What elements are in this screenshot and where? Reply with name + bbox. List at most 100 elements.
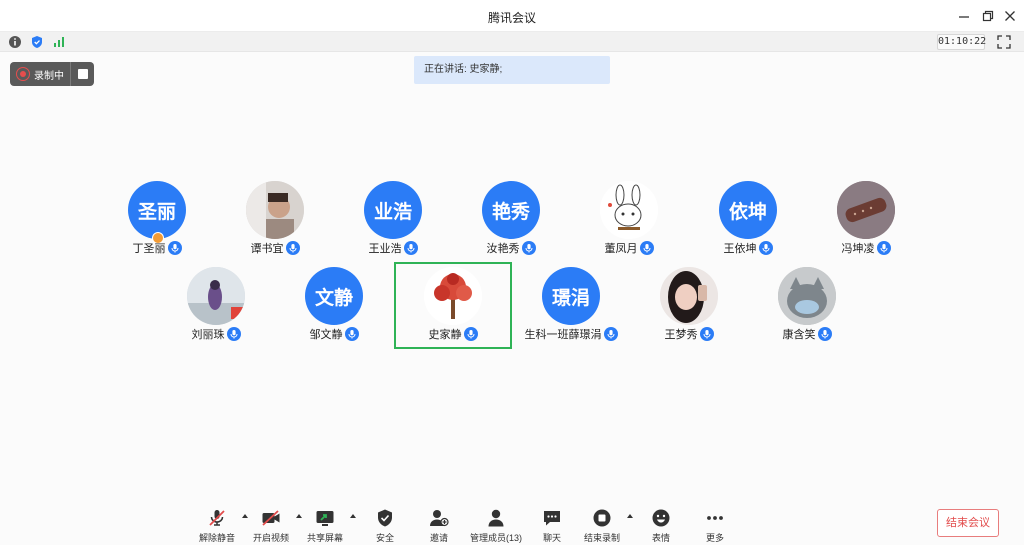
meeting-timer: 01:10:22 <box>937 34 986 50</box>
chat-label: 聊天 <box>542 533 561 543</box>
participant-tile[interactable]: 刘丽珠 <box>166 267 266 347</box>
recording-indicator[interactable]: 录制中 <box>10 62 94 86</box>
mic-icon <box>817 327 832 341</box>
record-icon <box>16 67 30 81</box>
close-button[interactable] <box>999 5 1021 27</box>
stop-recording-button[interactable]: 结束录制 <box>577 506 627 543</box>
avatar-photo <box>837 181 895 239</box>
participant-name: 王业浩 <box>343 240 443 256</box>
avatar-photo <box>660 267 718 325</box>
avatar <box>187 267 245 325</box>
share-screen-label: 共享屏幕 <box>306 533 343 543</box>
start-video-label: 开启视频 <box>252 533 289 543</box>
emoji-button[interactable]: 表情 <box>636 506 686 543</box>
security-label: 安全 <box>375 533 394 543</box>
invite-label: 邀请 <box>429 533 448 543</box>
mic-icon <box>463 327 478 341</box>
avatar <box>660 267 718 325</box>
video-off-icon <box>262 510 280 526</box>
more-label: 更多 <box>705 533 724 543</box>
participant-name: 谭书宜 <box>225 240 325 256</box>
mic-icon <box>876 241 891 255</box>
stop-recording-icon[interactable] <box>78 69 88 79</box>
restore-button[interactable] <box>977 5 999 27</box>
mic-muted-icon <box>209 510 225 526</box>
restore-icon <box>982 10 994 22</box>
mic-icon <box>521 241 536 255</box>
mic-icon <box>403 241 418 255</box>
participant-tile[interactable]: 依坤 王依坤 <box>698 181 798 261</box>
unmute-button[interactable]: 解除静音 <box>192 506 242 543</box>
mic-icon <box>285 241 300 255</box>
participant-tile[interactable]: 冯坤凌 <box>816 181 916 261</box>
mic-icon <box>758 241 773 255</box>
avatar: 文静 <box>305 267 363 325</box>
divider <box>70 62 71 86</box>
stop-recording-label: 结束录制 <box>583 533 620 543</box>
emoji-icon <box>652 509 670 527</box>
members-icon <box>488 509 504 527</box>
recording-label: 录制中 <box>34 70 64 82</box>
chat-icon <box>544 511 560 526</box>
window-title: 腾讯会议 <box>487 11 536 25</box>
share-screen-button[interactable]: 共享屏幕 <box>300 506 350 543</box>
more-button[interactable]: 更多 <box>690 506 740 543</box>
participant-tile[interactable]: 王梦秀 <box>639 267 739 347</box>
participant-name: 王梦秀 <box>639 326 739 342</box>
speaking-banner: 正在讲话: 史家静; <box>414 56 610 84</box>
caret-up-icon[interactable] <box>626 512 634 520</box>
avatar <box>600 181 658 239</box>
unmute-label: 解除静音 <box>198 533 235 543</box>
avatar <box>837 181 895 239</box>
stop-record-icon <box>593 509 611 527</box>
mic-icon <box>226 327 241 341</box>
share-screen-icon <box>316 511 334 526</box>
participant-name: 冯坤凌 <box>816 240 916 256</box>
avatar: 璟涓 <box>542 267 600 325</box>
info-icon[interactable] <box>8 35 22 49</box>
participant-name: 董凤月 <box>579 240 679 256</box>
participant-tile[interactable]: 谭书宜 <box>225 181 325 261</box>
security-button[interactable]: 安全 <box>360 506 410 543</box>
participant-tile[interactable]: 文静 邹文静 <box>284 267 384 347</box>
shield-icon[interactable] <box>30 35 44 49</box>
participant-name: 康含笑 <box>757 326 857 342</box>
avatar-photo <box>246 181 304 239</box>
title-bar: 腾讯会议 <box>0 0 1024 32</box>
invite-icon <box>430 510 449 527</box>
mic-icon <box>699 327 714 341</box>
security-shield-icon <box>378 509 392 527</box>
participant-tile[interactable]: 璟涓 生科一班薛璟涓 <box>521 267 621 347</box>
manage-members-button[interactable]: 管理成员(13) <box>466 506 526 543</box>
participant-tile[interactable]: 董凤月 <box>579 181 679 261</box>
fullscreen-icon[interactable] <box>997 35 1011 49</box>
participant-tile[interactable]: 圣丽 丁圣丽 <box>107 181 207 261</box>
participant-tile[interactable]: 艳秀 汝艳秀 <box>461 181 561 261</box>
end-meeting-button[interactable]: 结束会议 <box>937 509 999 537</box>
participant-name: 生科一班薛璟涓 <box>521 326 621 342</box>
mic-icon <box>603 327 618 341</box>
manage-members-label: 管理成员(13) <box>469 533 522 543</box>
avatar: 业浩 <box>364 181 422 239</box>
participant-name: 汝艳秀 <box>461 240 561 256</box>
caret-up-icon[interactable] <box>349 512 357 520</box>
participant-tile-active[interactable]: 史家静 <box>403 267 503 347</box>
more-dots-icon <box>707 516 723 520</box>
signal-icon[interactable] <box>52 35 66 49</box>
info-bar: 01:10:22 <box>0 32 1024 52</box>
participant-tile[interactable]: 业浩 王业浩 <box>343 181 443 261</box>
avatar: 圣丽 <box>128 181 186 239</box>
avatar-photo <box>424 267 482 325</box>
mic-icon <box>639 241 654 255</box>
minimize-icon <box>959 16 969 18</box>
participant-tile[interactable]: 康含笑 <box>757 267 857 347</box>
emoji-label: 表情 <box>651 533 670 543</box>
mic-icon <box>167 241 182 255</box>
close-icon <box>1005 11 1015 21</box>
start-video-button[interactable]: 开启视频 <box>246 506 296 543</box>
chat-button[interactable]: 聊天 <box>527 506 577 543</box>
minimize-button[interactable] <box>953 5 975 27</box>
invite-button[interactable]: 邀请 <box>414 506 464 543</box>
participant-name: 丁圣丽 <box>107 240 207 256</box>
participant-name: 史家静 <box>403 326 503 342</box>
